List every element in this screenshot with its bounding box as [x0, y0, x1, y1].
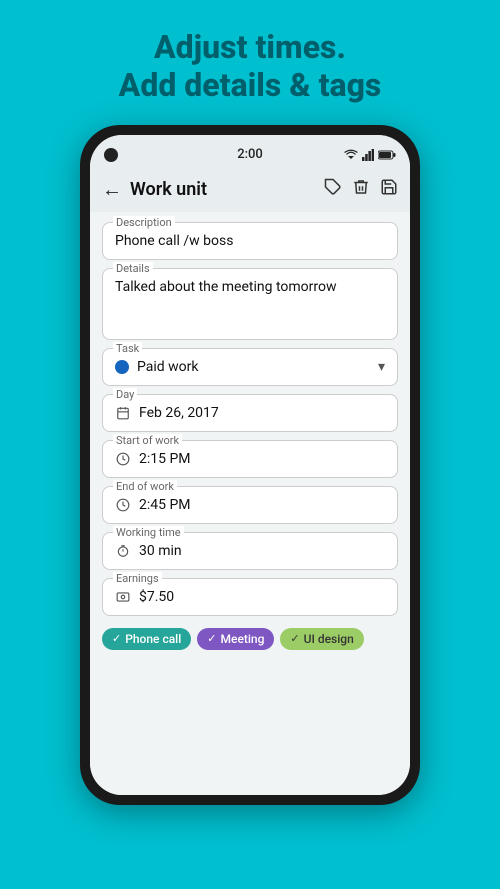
start-of-work-label: Start of work: [113, 434, 182, 447]
status-icons: [344, 149, 396, 161]
end-of-work-value: 2:45 PM: [115, 497, 385, 513]
start-of-work-value: 2:15 PM: [115, 451, 385, 467]
tag-phone-call[interactable]: ✓ Phone call: [102, 628, 191, 650]
back-button[interactable]: ←: [102, 177, 122, 202]
task-color-dot: [115, 360, 129, 374]
end-of-work-label: End of work: [113, 480, 177, 493]
working-time-text: 30 min: [139, 543, 182, 559]
working-time-label: Working time: [113, 526, 184, 539]
earnings-label: Earnings: [113, 572, 162, 585]
calendar-icon: [115, 405, 131, 421]
end-of-work-field[interactable]: End of work 2:45 PM: [102, 486, 398, 524]
headline: Adjust times. Add details & tags: [89, 0, 412, 125]
description-field[interactable]: Description Phone call /w boss: [102, 222, 398, 260]
headline-line1: Adjust times.: [154, 28, 346, 66]
tag-meeting-icon: ✓: [207, 632, 216, 645]
earnings-value: $7.50: [115, 589, 385, 605]
page-title: Work unit: [130, 179, 316, 200]
tag-ui-icon: ✓: [290, 632, 299, 645]
earnings-text: $7.50: [139, 589, 174, 605]
top-bar: ← Work unit: [90, 171, 410, 212]
save-icon[interactable]: [380, 178, 398, 201]
task-field[interactable]: Task Paid work ▾: [102, 348, 398, 386]
status-bar: 2:00: [90, 135, 410, 171]
tag-ui-design[interactable]: ✓ UI design: [280, 628, 363, 650]
phone-mockup: 2:00: [80, 125, 420, 805]
start-of-work-text: 2:15 PM: [139, 451, 191, 467]
details-label: Details: [113, 262, 153, 275]
day-text: Feb 26, 2017: [139, 405, 219, 421]
details-field[interactable]: Details Talked about the meeting tomorro…: [102, 268, 398, 340]
task-label: Task: [113, 342, 142, 355]
tag-icon[interactable]: [324, 178, 342, 201]
top-bar-actions: [324, 178, 398, 201]
working-time-value: 30 min: [115, 543, 385, 559]
tag-meeting[interactable]: ✓ Meeting: [197, 628, 274, 650]
day-label: Day: [113, 388, 137, 401]
status-time: 2:00: [237, 147, 263, 162]
tag-ui-label: UI design: [304, 632, 354, 646]
headline-line2: Add details & tags: [119, 66, 382, 104]
battery-icon: [378, 150, 396, 160]
task-text: Paid work: [137, 359, 199, 375]
timer-icon: [115, 543, 131, 559]
task-value: Paid work ▾: [115, 359, 385, 375]
tags-row: ✓ Phone call ✓ Meeting ✓ UI design: [102, 624, 398, 654]
signal-icon: [362, 149, 374, 161]
description-label: Description: [113, 216, 175, 229]
earnings-field[interactable]: Earnings $7.50: [102, 578, 398, 616]
wifi-icon: [344, 149, 358, 161]
tag-phone-icon: ✓: [112, 632, 121, 645]
clock-icon-start: [115, 451, 131, 467]
details-value: Talked about the meeting tomorrow: [115, 279, 385, 329]
day-field[interactable]: Day Feb 26, 2017: [102, 394, 398, 432]
start-of-work-field[interactable]: Start of work 2:15 PM: [102, 440, 398, 478]
delete-icon[interactable]: [352, 178, 370, 201]
day-value: Feb 26, 2017: [115, 405, 385, 421]
end-of-work-text: 2:45 PM: [139, 497, 191, 513]
clock-icon-end: [115, 497, 131, 513]
front-camera-icon: [104, 148, 118, 162]
dropdown-arrow-icon: ▾: [378, 359, 385, 375]
description-value: Phone call /w boss: [115, 233, 385, 249]
money-icon: [115, 589, 131, 605]
tag-phone-label: Phone call: [125, 632, 181, 646]
form-content: Description Phone call /w boss Details T…: [90, 212, 410, 795]
working-time-field[interactable]: Working time 30 min: [102, 532, 398, 570]
tag-meeting-label: Meeting: [221, 632, 265, 646]
phone-screen: 2:00: [90, 135, 410, 795]
